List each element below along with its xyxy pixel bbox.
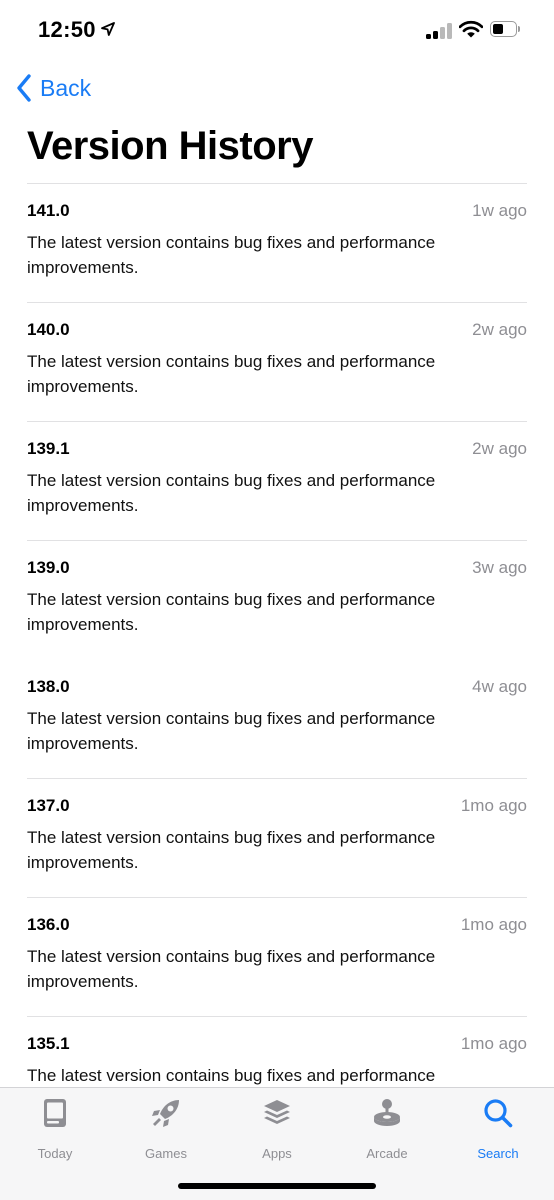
- version-item: 139.0 3w ago The latest version contains…: [0, 540, 554, 659]
- version-notes: The latest version contains bug fixes an…: [27, 1066, 436, 1085]
- status-time: 12:50: [38, 17, 96, 42]
- tab-label: Games: [145, 1146, 187, 1161]
- version-notes: The latest version contains bug fixes an…: [27, 828, 436, 872]
- tab-label: Apps: [262, 1146, 292, 1161]
- version-notes: The latest version contains bug fixes an…: [27, 590, 436, 634]
- cellular-signal-icon: [426, 23, 453, 39]
- page-title: Version History: [27, 124, 313, 168]
- version-number: 137.0: [27, 796, 70, 815]
- version-number: 138.0: [27, 677, 70, 696]
- location-arrow-icon: [101, 22, 115, 36]
- version-item: 140.0 2w ago The latest version contains…: [0, 302, 554, 421]
- version-date: 1mo ago: [460, 915, 527, 934]
- version-notes: The latest version contains bug fixes an…: [27, 471, 436, 515]
- version-item: 138.0 4w ago The latest version contains…: [0, 659, 554, 778]
- status-bar: 12:50: [0, 0, 554, 62]
- version-date: 1w ago: [472, 201, 527, 220]
- version-notes: The latest version contains bug fixes an…: [27, 352, 436, 396]
- tab-label: Today: [37, 1146, 73, 1161]
- tab-apps[interactable]: Apps: [222, 1098, 332, 1166]
- back-label: Back: [40, 74, 92, 101]
- version-number: 139.1: [27, 439, 70, 458]
- version-number: 139.0: [27, 558, 70, 577]
- version-notes: The latest version contains bug fixes an…: [27, 233, 436, 277]
- tab-today[interactable]: Today: [0, 1098, 110, 1166]
- version-number: 136.0: [27, 915, 70, 934]
- chevron-left-icon: [17, 74, 31, 102]
- home-indicator[interactable]: [178, 1183, 376, 1189]
- rocket-icon: [152, 1100, 179, 1127]
- version-date: 1mo ago: [460, 1034, 527, 1053]
- version-date: 2w ago: [472, 439, 527, 458]
- wifi-icon: [459, 20, 483, 38]
- version-item: 136.0 1mo ago The latest version contain…: [0, 897, 554, 1016]
- back-button[interactable]: Back: [16, 70, 91, 106]
- version-item: 137.0 1mo ago The latest version contain…: [0, 778, 554, 897]
- version-item: 135.1 1mo ago The latest version contain…: [0, 1016, 554, 1087]
- search-icon: [484, 1099, 513, 1128]
- joystick-icon: [374, 1099, 400, 1126]
- version-notes: The latest version contains bug fixes an…: [27, 947, 436, 991]
- version-date: 4w ago: [472, 677, 527, 696]
- version-number: 140.0: [27, 320, 70, 339]
- version-notes: The latest version contains bug fixes an…: [27, 709, 436, 753]
- tab-label: Search: [477, 1146, 519, 1161]
- battery-icon: [490, 21, 520, 39]
- tab-arcade[interactable]: Arcade: [332, 1098, 442, 1166]
- tab-search[interactable]: Search: [443, 1098, 553, 1166]
- version-date: 2w ago: [472, 320, 527, 339]
- version-date: 3w ago: [472, 558, 527, 577]
- version-item: 139.1 2w ago The latest version contains…: [0, 421, 554, 540]
- tab-label: Arcade: [366, 1146, 408, 1161]
- version-number: 135.1: [27, 1034, 70, 1053]
- version-item: 141.0 1w ago The latest version contains…: [0, 183, 554, 302]
- layers-icon: [264, 1100, 290, 1124]
- version-number: 141.0: [27, 201, 70, 220]
- tab-games[interactable]: Games: [111, 1098, 221, 1166]
- today-icon: [44, 1099, 66, 1127]
- version-date: 1mo ago: [460, 796, 527, 815]
